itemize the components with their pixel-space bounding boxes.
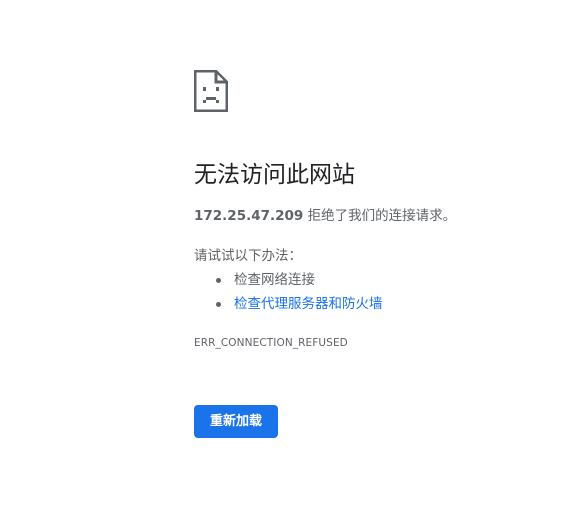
list-item: 检查代理服务器和防火墙 — [214, 292, 383, 316]
check-proxy-firewall-link[interactable]: 检查代理服务器和防火墙 — [234, 296, 383, 312]
bullet-icon — [216, 302, 221, 307]
page-title: 无法访问此网站 — [194, 162, 355, 188]
suggestions-list: 检查网络连接 检查代理服务器和防火墙 — [214, 268, 383, 316]
list-item: 检查网络连接 — [214, 268, 383, 292]
error-message-text: 拒绝了我们的连接请求。 — [303, 208, 457, 224]
error-code: ERR_CONNECTION_REFUSED — [194, 337, 348, 349]
reload-button[interactable]: 重新加载 — [194, 405, 278, 438]
suggestions-heading: 请试试以下办法： — [194, 248, 302, 264]
error-message: 172.25.47.209 拒绝了我们的连接请求。 — [194, 205, 456, 227]
host-address: 172.25.47.209 — [194, 208, 304, 224]
bullet-icon — [216, 278, 221, 283]
error-page: 无法访问此网站 172.25.47.209 拒绝了我们的连接请求。 请试试以下办… — [0, 0, 582, 516]
sad-page-icon — [194, 70, 228, 112]
suggestion-check-network: 检查网络连接 — [234, 272, 315, 288]
